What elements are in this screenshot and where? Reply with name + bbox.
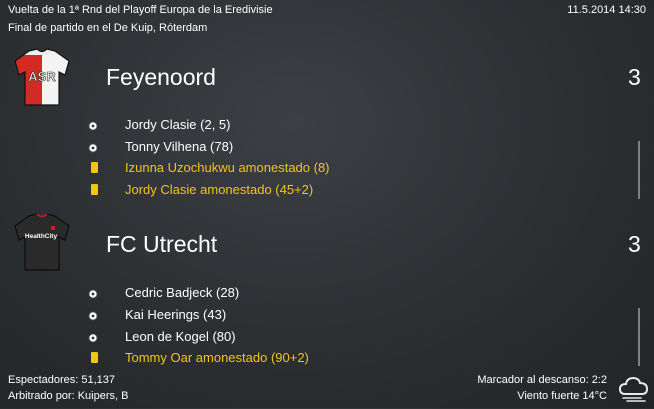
attendance: Espectadores: 51,137 [8, 374, 116, 386]
halftime-score: Marcador al descanso: 2:2 [477, 374, 607, 386]
cloud-wind-icon [617, 370, 651, 404]
utrecht-shirt-icon: HealthCity [11, 212, 73, 274]
match-subtitle: Final de partido en el De Kuip, Róterdam [8, 22, 208, 34]
event-text: Leon de Kogel (80) [125, 329, 236, 344]
event-text: Kai Heerings (43) [125, 307, 227, 322]
svg-text:ASR: ASR [28, 69, 56, 84]
event-text: Tonny Vilhena (78) [125, 139, 234, 154]
away-event-goal[interactable]: Kai Heerings (43) [88, 306, 628, 326]
yellow-card-icon [88, 161, 100, 175]
ball-icon [88, 286, 100, 300]
away-event-card[interactable]: Tommy Oar amonestado (90+2) [88, 349, 628, 369]
ball-icon [88, 118, 100, 132]
event-text: Izunna Uzochukwu amonestado (8) [125, 160, 330, 175]
feyenoord-shirt-icon: ASR [11, 47, 73, 109]
yellow-card-icon [88, 183, 100, 197]
home-team-name[interactable]: Feyenoord [106, 64, 216, 91]
yellow-card-icon [88, 351, 100, 365]
home-events-scrollbar[interactable] [638, 141, 640, 199]
away-events-scrollbar[interactable] [638, 308, 640, 366]
svg-text:HealthCity: HealthCity [25, 233, 58, 240]
home-event-card[interactable]: Jordy Clasie amonestado (45+2) [88, 181, 628, 201]
home-score: 3 [628, 64, 641, 90]
ball-icon [88, 330, 100, 344]
event-text: Jordy Clasie amonestado (45+2) [125, 182, 314, 197]
away-team-name[interactable]: FC Utrecht [106, 231, 217, 258]
event-text: Jordy Clasie (2, 5) [125, 117, 231, 132]
home-event-goal[interactable]: Tonny Vilhena (78) [88, 138, 628, 158]
home-event-goal[interactable]: Jordy Clasie (2, 5) [88, 116, 628, 136]
away-event-goal[interactable]: Cedric Badjeck (28) [88, 284, 628, 304]
ball-icon [88, 140, 100, 154]
match-datetime: 11.5.2014 14:30 [567, 4, 646, 16]
event-text: Cedric Badjeck (28) [125, 285, 240, 300]
home-event-card[interactable]: Izunna Uzochukwu amonestado (8) [88, 159, 628, 179]
ball-icon [88, 308, 100, 322]
weather-text: Viento fuerte 14°C [517, 390, 607, 402]
competition-title: Vuelta de la 1ª Rnd del Playoff Europa d… [8, 4, 273, 16]
away-event-goal[interactable]: Leon de Kogel (80) [88, 328, 628, 348]
event-text: Tommy Oar amonestado (90+2) [125, 350, 309, 365]
away-score: 3 [628, 231, 641, 257]
referee: Arbitrado por: Kuipers, B [8, 390, 129, 402]
